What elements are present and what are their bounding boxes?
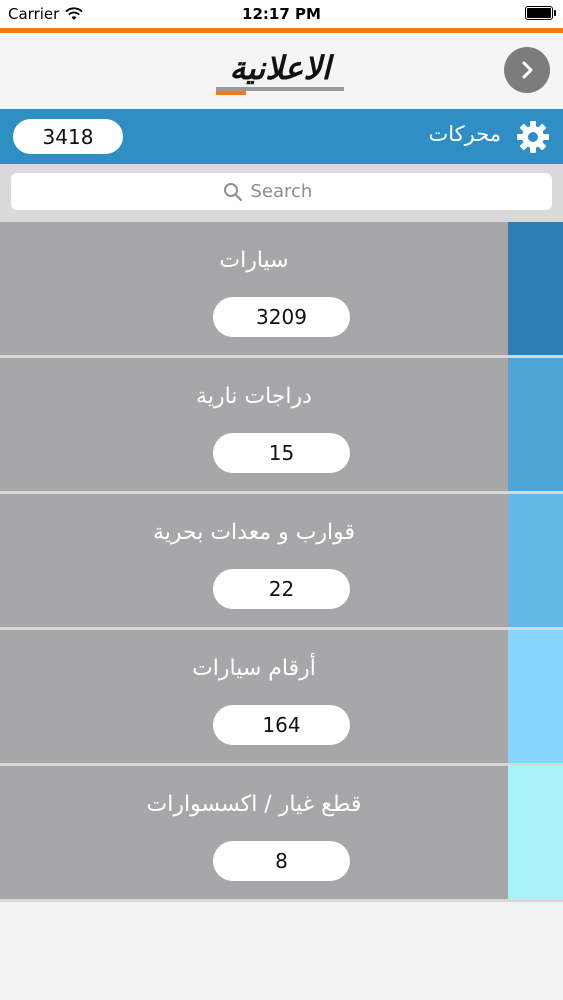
color-stripe <box>508 222 563 355</box>
list-item-motorcycles[interactable]: دراجات نارية 15 <box>0 355 563 491</box>
search-bar[interactable] <box>11 173 552 210</box>
list-item-cars[interactable]: سيارات 3209 <box>0 219 563 355</box>
item-count-badge: 3209 <box>213 297 350 337</box>
item-label: قوارب و معدات بحرية <box>152 520 356 545</box>
status-time: 12:17 PM <box>242 5 321 23</box>
subcategory-list: سيارات 3209 دراجات نارية 15 قوارب و معدا… <box>0 219 563 899</box>
status-bar: Carrier 12:17 PM <box>0 0 563 28</box>
color-stripe <box>508 766 563 899</box>
battery-icon <box>525 6 556 20</box>
item-count-badge: 15 <box>213 433 350 473</box>
search-input[interactable] <box>250 181 341 202</box>
app-logo: الاعلانية <box>216 49 344 95</box>
svg-text:الاعلانية: الاعلانية <box>229 49 334 87</box>
list-item-plate-numbers[interactable]: أرقام سيارات 164 <box>0 627 563 763</box>
search-area <box>0 164 563 219</box>
category-title: محركات <box>428 122 501 146</box>
gear-icon[interactable] <box>515 119 551 155</box>
item-label: سيارات <box>219 248 289 273</box>
color-stripe <box>508 630 563 763</box>
list-divider <box>0 899 563 902</box>
list-item-spare-parts[interactable]: قطع غيار / اكسسوارات 8 <box>0 763 563 899</box>
app-header: الاعلانية <box>0 33 563 109</box>
color-stripe <box>508 358 563 491</box>
item-count-badge: 164 <box>213 705 350 745</box>
list-item-boats[interactable]: قوارب و معدات بحرية 22 <box>0 491 563 627</box>
item-label: أرقام سيارات <box>192 656 316 681</box>
color-stripe <box>508 494 563 627</box>
category-bar: 3418 محركات <box>0 109 563 164</box>
total-count-badge: 3418 <box>13 119 123 154</box>
search-icon <box>223 182 242 201</box>
item-label: دراجات نارية <box>196 384 312 409</box>
item-count-badge: 8 <box>213 841 350 881</box>
forward-button[interactable] <box>504 47 550 93</box>
item-label: قطع غيار / اكسسوارات <box>146 792 362 817</box>
forward-arrow-icon <box>522 61 533 79</box>
item-count-badge: 22 <box>213 569 350 609</box>
